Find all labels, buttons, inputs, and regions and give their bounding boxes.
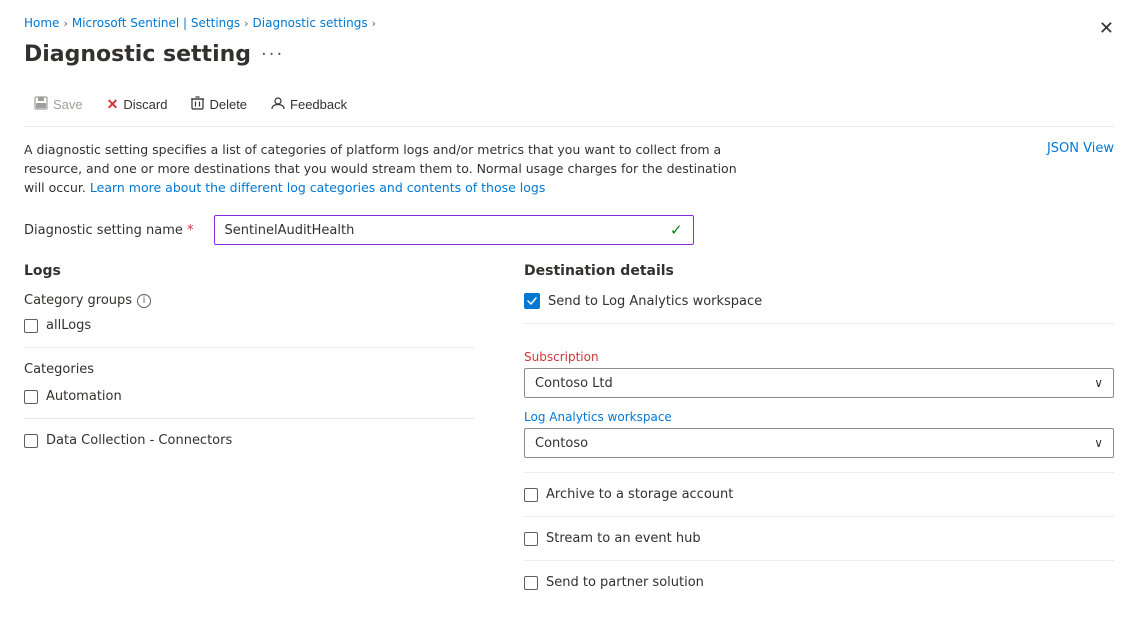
subscription-select[interactable]: Contoso Ltd ∨ [524,368,1114,398]
destination-panel: Destination details Send to Log Analytic… [504,263,1114,604]
save-button[interactable]: Save [24,91,93,118]
automation-row: Automation [24,389,474,419]
data-collection-label[interactable]: Data Collection - Connectors [46,433,232,448]
subscription-section: Subscription Contoso Ltd ∨ Log Analytics… [524,338,1114,473]
log-analytics-workspace-chevron-icon: ∨ [1094,436,1103,450]
info-bar: A diagnostic setting specifies a list of… [24,141,1114,197]
setting-name-row: Diagnostic setting name * SentinelAuditH… [24,215,1114,245]
breadcrumb-diagnostic[interactable]: Diagnostic settings [253,16,368,30]
send-log-analytics-checkbox[interactable] [524,293,540,309]
automation-checkbox[interactable] [24,390,38,404]
breadcrumb-sep-3: › [372,17,376,30]
toolbar: Save ✕ Discard Delete [24,83,1114,127]
feedback-button[interactable]: Feedback [261,91,357,118]
automation-label[interactable]: Automation [46,389,122,404]
breadcrumb-home[interactable]: Home [24,16,59,30]
log-analytics-workspace-label: Log Analytics workspace [524,410,1114,424]
learn-more-link[interactable]: Learn more about the different log categ… [90,180,545,195]
categories-section: Categories Automation Data Collection - … [24,362,474,462]
delete-icon [191,96,204,113]
discard-label: Discard [123,97,167,112]
logs-panel: Logs Category groups i allLogs Categorie… [24,263,504,604]
log-analytics-workspace-value: Contoso [535,436,588,451]
setting-name-input-wrapper[interactable]: SentinelAuditHealth ✓ [214,215,694,245]
all-logs-row: allLogs [24,318,474,348]
categories-title: Categories [24,362,474,377]
logs-section-title: Logs [24,263,474,279]
info-text: A diagnostic setting specifies a list of… [24,141,744,197]
archive-storage-checkbox[interactable] [524,488,538,502]
send-log-analytics-label: Send to Log Analytics workspace [548,294,762,309]
delete-button[interactable]: Delete [181,91,257,118]
category-groups-label: Category groups i [24,293,474,308]
partner-solution-label[interactable]: Send to partner solution [546,575,704,590]
valid-checkmark-icon: ✓ [670,221,683,239]
subscription-chevron-icon: ∨ [1094,376,1103,390]
discard-button[interactable]: ✕ Discard [97,91,178,118]
save-label: Save [53,97,83,112]
main-content: Logs Category groups i allLogs Categorie… [24,263,1114,604]
breadcrumb-sep-1: › [63,17,67,30]
all-logs-label[interactable]: allLogs [46,318,91,333]
breadcrumb: Home › Microsoft Sentinel | Settings › D… [24,16,1114,30]
page-container: Home › Microsoft Sentinel | Settings › D… [0,0,1138,620]
all-logs-checkbox[interactable] [24,319,38,333]
feedback-icon [271,96,285,113]
send-log-analytics-row: Send to Log Analytics workspace [524,293,1114,324]
partner-solution-row: Send to partner solution [524,575,1114,604]
page-title: Diagnostic setting [24,42,251,67]
save-icon [34,96,48,113]
log-analytics-workspace-select[interactable]: Contoso ∨ [524,428,1114,458]
destination-title: Destination details [524,263,1114,279]
category-groups-info-icon[interactable]: i [137,294,151,308]
required-marker: * [187,223,194,238]
setting-name-value: SentinelAuditHealth [225,223,355,238]
archive-storage-label[interactable]: Archive to a storage account [546,487,733,502]
data-collection-row: Data Collection - Connectors [24,433,474,462]
delete-label: Delete [209,97,247,112]
breadcrumb-sep-2: › [244,17,248,30]
stream-event-hub-row: Stream to an event hub [524,531,1114,561]
setting-name-label: Diagnostic setting name * [24,223,194,238]
data-collection-checkbox[interactable] [24,434,38,448]
partner-solution-checkbox[interactable] [524,576,538,590]
more-options-button[interactable]: ··· [261,46,284,64]
archive-storage-row: Archive to a storage account [524,487,1114,517]
close-button[interactable]: ✕ [1095,14,1118,43]
discard-icon: ✕ [107,96,119,113]
json-view-link[interactable]: JSON View [1047,141,1114,156]
stream-event-hub-checkbox[interactable] [524,532,538,546]
breadcrumb-sentinel[interactable]: Microsoft Sentinel | Settings [72,16,240,30]
stream-event-hub-label[interactable]: Stream to an event hub [546,531,701,546]
page-header: Diagnostic setting ··· [24,42,1114,67]
feedback-label: Feedback [290,97,347,112]
subscription-label: Subscription [524,350,1114,364]
subscription-value: Contoso Ltd [535,376,613,391]
